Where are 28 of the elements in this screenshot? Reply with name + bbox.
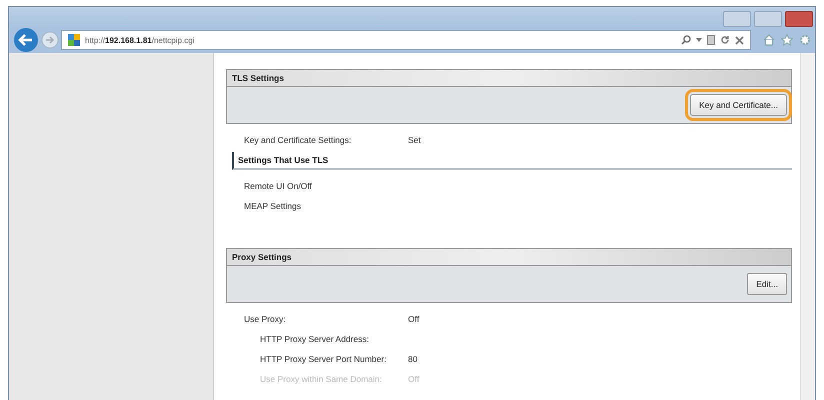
setting-link[interactable]: MEAP Settings bbox=[244, 201, 302, 211]
page-icon[interactable] bbox=[707, 35, 715, 45]
setting-label: Use Proxy: bbox=[244, 314, 287, 324]
search-icon[interactable] bbox=[681, 35, 691, 45]
panel-title: Proxy Settings bbox=[232, 252, 292, 262]
setting-link[interactable]: Remote UI On/Off bbox=[244, 181, 312, 191]
site-icon bbox=[68, 34, 80, 46]
setting-value: Set bbox=[408, 135, 421, 145]
panel-title: TLS Settings bbox=[232, 73, 284, 83]
setting-label: HTTP Proxy Server Port Number: bbox=[260, 354, 388, 364]
refresh-icon[interactable] bbox=[720, 35, 730, 45]
close-icon[interactable] bbox=[735, 36, 744, 44]
address-bar[interactable]: http://192.168.1.81/nettcpip.cgi bbox=[61, 30, 751, 50]
setting-value: 80 bbox=[408, 354, 418, 364]
settings-icon[interactable] bbox=[799, 34, 811, 46]
setting-value: Off bbox=[408, 314, 420, 324]
setting-value: Off bbox=[408, 374, 420, 384]
dropdown-caret-icon[interactable] bbox=[696, 38, 702, 42]
home-icon[interactable] bbox=[763, 34, 775, 46]
setting-label: HTTP Proxy Server Address: bbox=[260, 334, 370, 344]
star-icon[interactable] bbox=[781, 34, 793, 46]
setting-label: Use Proxy within Same Domain: bbox=[260, 374, 383, 384]
edit-button[interactable]: Edit... bbox=[747, 273, 787, 295]
subsection-title: Settings That Use TLS bbox=[238, 155, 328, 165]
maximize-icon[interactable] bbox=[754, 11, 782, 27]
minimize-icon[interactable] bbox=[723, 11, 751, 27]
setting-label: Key and Certificate Settings: bbox=[244, 135, 352, 145]
scrollbar[interactable] bbox=[800, 53, 815, 400]
